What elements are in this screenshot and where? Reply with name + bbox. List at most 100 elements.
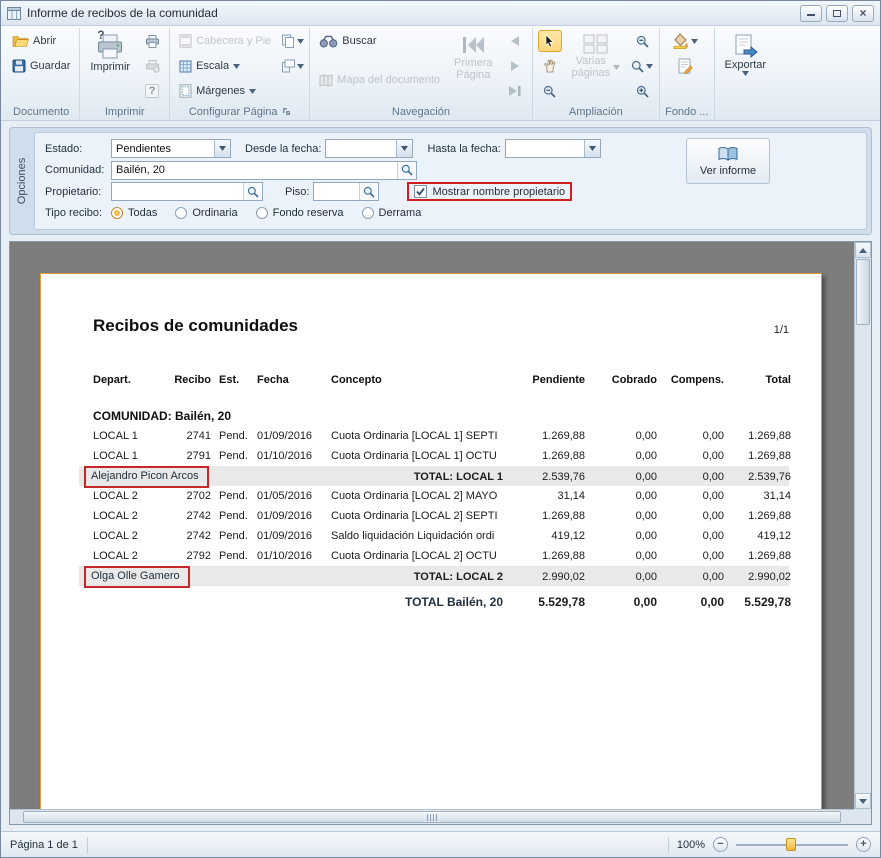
subtotal-value: 0,00: [657, 471, 724, 483]
magnifier-icon[interactable]: [397, 162, 416, 179]
horizontal-scrollbar-thumb[interactable]: [23, 811, 841, 823]
maximize-button[interactable]: [826, 5, 848, 22]
margins-icon: [179, 84, 192, 98]
table-cell: 31,14: [503, 490, 585, 502]
pointer-icon: [544, 34, 555, 48]
minimize-button[interactable]: [800, 5, 822, 22]
hand-tool-button[interactable]: [538, 55, 562, 77]
zoom-out-button[interactable]: −: [713, 837, 728, 852]
watermark-icon: [678, 58, 693, 74]
table-cell: Pend.: [211, 550, 257, 562]
zoom-slider-thumb[interactable]: [786, 838, 796, 851]
dropdown-arrow-icon[interactable]: [396, 140, 412, 157]
propietario-label: Propietario:: [45, 186, 111, 198]
header-footer-button[interactable]: Cabecera y Pie: [175, 30, 275, 52]
dropdown-arrow-icon[interactable]: [214, 140, 230, 157]
multiple-pages-button[interactable]: Varias páginas: [567, 30, 626, 82]
column-header: Cobrado: [585, 374, 657, 386]
zoom-out-tool-button[interactable]: [538, 80, 562, 102]
grandtotal-label: TOTAL Bailén, 20: [93, 595, 503, 609]
column-header: Fecha: [257, 374, 325, 386]
options-tab-label: Opciones: [16, 158, 28, 204]
save-button[interactable]: Guardar: [8, 55, 74, 77]
open-button[interactable]: Abrir: [8, 30, 60, 52]
search-label: Buscar: [342, 35, 376, 47]
table-cell: 0,00: [657, 490, 724, 502]
radio-derrama[interactable]: Derrama: [362, 207, 422, 219]
zoom-slider[interactable]: [736, 837, 848, 852]
watermark-button[interactable]: [665, 55, 705, 77]
table-cell: Cuota Ordinaria [LOCAL 1] OCTU: [325, 450, 503, 462]
horizontal-scrollbar[interactable]: [10, 809, 854, 824]
multiple-pages-label-line2: páginas: [572, 67, 611, 79]
document-map-button[interactable]: Mapa del documento: [315, 69, 444, 91]
hasta-date-combobox[interactable]: [505, 139, 601, 158]
zoom-plus-button[interactable]: [630, 80, 654, 102]
help-icon: ?: [145, 84, 159, 98]
scroll-down-button[interactable]: [855, 793, 871, 809]
comunidad-value: Bailén, 20: [112, 164, 397, 176]
vertical-scrollbar[interactable]: [854, 242, 871, 809]
table-cell: 0,00: [657, 530, 724, 542]
radio-todas[interactable]: Todas: [111, 207, 157, 219]
propietario-input[interactable]: [111, 182, 263, 201]
print-button[interactable]: ? Imprimir: [85, 30, 135, 76]
maximize-icon: [833, 10, 841, 17]
app-window: Informe de recibos de la comunidad × Abr…: [0, 0, 881, 858]
group-label-configurar-text: Configurar Página: [189, 104, 278, 120]
pointer-tool-button[interactable]: [538, 30, 562, 52]
margins-button[interactable]: Márgenes: [175, 80, 275, 102]
options-panel: Opciones Estado: Pendientes Desde la fec…: [9, 127, 872, 235]
magnifier-icon[interactable]: [359, 183, 378, 200]
next-page-button[interactable]: [503, 55, 527, 77]
help-button[interactable]: ?: [140, 80, 164, 102]
dropdown-arrow-icon[interactable]: [584, 140, 600, 157]
vertical-scrollbar-thumb[interactable]: [856, 259, 870, 325]
close-button[interactable]: ×: [852, 5, 874, 22]
search-button[interactable]: Buscar: [315, 30, 444, 52]
dialog-launcher-icon[interactable]: [282, 107, 291, 116]
print-icon: ?: [95, 33, 125, 61]
ribbon-group-documento: Abrir Guardar Documento: [3, 28, 80, 120]
table-cell: 2791: [165, 450, 211, 462]
comunidad-input[interactable]: Bailén, 20: [111, 161, 417, 180]
table-cell: 0,00: [657, 450, 724, 462]
export-button[interactable]: Exportar: [720, 30, 772, 79]
table-cell: 1.269,88: [503, 450, 585, 462]
table-cell: 2742: [165, 510, 211, 522]
estado-combobox[interactable]: Pendientes: [111, 139, 231, 158]
orientation-button[interactable]: [280, 55, 304, 77]
options-tab[interactable]: Opciones: [10, 128, 34, 234]
piso-input[interactable]: [313, 182, 379, 201]
tipo-recibo-label: Tipo recibo:: [45, 207, 111, 219]
owner-name-annotated: Olga Olle Gamero: [84, 566, 190, 588]
desde-date-combobox[interactable]: [325, 139, 413, 158]
dropdown-arrow-icon: [233, 64, 240, 69]
table-cell: LOCAL 2: [93, 550, 165, 562]
zoom-minus-button[interactable]: [630, 30, 654, 52]
ver-informe-button[interactable]: Ver informe: [686, 138, 770, 184]
first-page-button[interactable]: Primera Página: [449, 30, 498, 84]
paper-size-button[interactable]: [280, 30, 304, 52]
scroll-up-button[interactable]: [855, 242, 871, 258]
report-grandtotal-row: TOTAL Bailén, 205.529,780,000,005.529,78: [93, 591, 789, 613]
grandtotal-value: 5.529,78: [503, 595, 585, 609]
magnifier-icon[interactable]: [243, 183, 262, 200]
subtotal-value: 0,00: [657, 571, 724, 583]
zoom-icon: [631, 60, 644, 73]
zoom-level-button[interactable]: [630, 55, 654, 77]
mostrar-checkbox[interactable]: [414, 185, 427, 198]
scale-button[interactable]: Escala: [175, 55, 275, 77]
fill-color-button[interactable]: [665, 30, 705, 52]
radio-ordinaria[interactable]: Ordinaria: [175, 207, 237, 219]
table-cell: 2702: [165, 490, 211, 502]
subtotal-label: TOTAL: LOCAL 1: [257, 471, 503, 483]
print-settings-button[interactable]: [140, 55, 164, 77]
report-data-row: LOCAL 22742Pend.01/09/2016Cuota Ordinari…: [93, 506, 789, 526]
radio-fondo-reserva[interactable]: Fondo reserva: [256, 207, 344, 219]
last-page-button[interactable]: [503, 80, 527, 102]
quick-print-button[interactable]: [140, 30, 164, 52]
previous-page-button[interactable]: [503, 30, 527, 52]
zoom-in-button[interactable]: +: [856, 837, 871, 852]
table-cell: 0,00: [585, 530, 657, 542]
